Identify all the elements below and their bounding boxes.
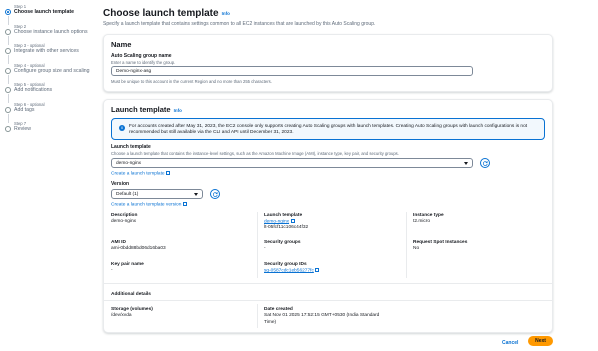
step-7[interactable]: Step 7 Review (4, 121, 96, 141)
detail-value: t2.micro (413, 219, 431, 224)
step-5[interactable]: Step 5 - optional Add notifications (4, 82, 96, 103)
external-link-icon (166, 171, 171, 175)
detail-key: Storage (volumes) (111, 307, 153, 312)
select-value: Default (1) (116, 192, 139, 197)
detail-key: Instance type (413, 213, 444, 218)
create-launch-template-link[interactable]: Create a launch template (111, 171, 171, 177)
create-template-version-link[interactable]: Create a launch template version (111, 202, 187, 207)
panel-heading: Name (111, 40, 132, 49)
column-divider (257, 304, 258, 328)
step-6[interactable]: Step 6 - optional Add tags (4, 102, 96, 123)
field-constraint: Must be unique to this account in the cu… (111, 79, 272, 84)
panel-heading-text: Launch template (111, 105, 171, 114)
detail-key: Description (111, 213, 138, 218)
detail-value: ami-0bdd88bd06d16ba03 (111, 246, 166, 251)
link-text: sg-0587cdc1eb56277fc (264, 268, 314, 274)
detail-key: Security groups (264, 240, 301, 245)
launch-template-link[interactable]: demo-nginx (264, 219, 295, 224)
detail-key: Launch template (264, 213, 303, 218)
detail-value: Time) (264, 319, 277, 325)
step-indicator-icon (5, 87, 11, 93)
refresh-versions-button[interactable] (210, 189, 220, 199)
page-title: Choose launch template Info (103, 8, 230, 19)
field-label: Auto Scaling group name (111, 53, 172, 59)
alert-text: For accounts created after May 31, 2023,… (129, 123, 528, 136)
field-label: Launch template (111, 144, 151, 150)
step-label: Choose instance launch options (14, 28, 88, 35)
detail-key: Date created (264, 307, 293, 312)
wizard-steps: Step 1 Choose launch template Step 2 Cho… (4, 4, 96, 141)
step-indicator-icon (5, 67, 11, 74)
step-label: Review (14, 126, 32, 132)
section-divider (104, 300, 552, 301)
external-link-icon (315, 268, 320, 272)
refresh-icon (483, 161, 488, 166)
cancel-button[interactable]: Cancel (502, 340, 518, 346)
step-indicator-icon (5, 106, 11, 113)
name-panel: Name Auto Scaling group name Enter a nam… (103, 34, 553, 92)
detail-key: Key pair name (111, 262, 144, 267)
link-text: Create a launch template version (111, 202, 182, 208)
detail-value: /dev/xvda (111, 313, 132, 318)
caret-down-icon (464, 162, 468, 165)
info-link[interactable]: Info (174, 108, 182, 113)
page-title-text: Choose launch template (103, 8, 219, 19)
version-select[interactable]: Default (1) (111, 189, 203, 199)
step-label: Add notifications (14, 87, 53, 93)
step-label: Add tags (14, 106, 35, 113)
step-indicator-icon (5, 9, 11, 15)
section-divider (104, 283, 552, 284)
security-group-link[interactable]: sg-0587cdc1eb56277fc (264, 268, 320, 274)
next-button[interactable]: Next (528, 336, 553, 346)
column-divider (406, 212, 407, 278)
detail-value: lt-05fcf11c106c44f32 (264, 225, 309, 230)
info-link[interactable]: Info (222, 11, 230, 16)
detail-key: AMI ID (111, 240, 126, 245)
step-label: Integrate with other services (14, 48, 79, 54)
field-label: Version (111, 181, 130, 187)
panel-heading: Launch template Info (111, 105, 182, 114)
info-icon: i (119, 125, 125, 131)
caret-down-icon (194, 193, 198, 196)
step-indicator-icon (5, 126, 11, 132)
link-text: demo-nginx (264, 219, 290, 225)
detail-value: demo-nginx (111, 219, 137, 224)
step-label: Choose launch template (14, 9, 74, 15)
detail-value: - (264, 246, 266, 251)
refresh-icon (213, 192, 218, 197)
detail-value: Sat Nov 01 2025 17:52:15 GMT+0530 (India… (264, 313, 380, 318)
refresh-templates-button[interactable] (480, 158, 490, 168)
page-description: Specify a launch template that contains … (103, 21, 376, 27)
detail-key: Request Spot Instances (413, 240, 468, 245)
detail-value: No (413, 246, 420, 251)
step-4[interactable]: Step 4 - optional Configure group size a… (4, 63, 96, 84)
external-link-icon (290, 219, 295, 223)
link-text: Create a launch template (111, 171, 165, 177)
external-link-icon (182, 202, 187, 206)
field-hint: Enter a name to identify the group. (111, 59, 176, 65)
step-3[interactable]: Step 3 - optional Integrate with other s… (4, 43, 96, 64)
step-indicator-icon (5, 48, 11, 54)
detail-key: Security group IDs (264, 262, 307, 267)
field-hint: Choose a launch template that contains t… (111, 150, 399, 156)
step-indicator-icon (5, 28, 11, 35)
select-value: demo-nginx (116, 161, 142, 166)
launch-template-select[interactable]: demo-nginx (111, 158, 473, 168)
info-alert: i For accounts created after May 31, 202… (111, 118, 545, 140)
step-1[interactable]: Step 1 Choose launch template (4, 4, 96, 25)
detail-value: - (111, 268, 113, 273)
column-divider (257, 212, 258, 278)
step-label: Configure group size and scaling (14, 67, 90, 74)
asg-name-input[interactable]: Demo-nginx-asg (111, 66, 473, 76)
section-heading: Additional details (111, 292, 151, 297)
step-2[interactable]: Step 2 Choose instance launch options (4, 24, 96, 45)
launch-template-panel: Launch template Info i For accounts creat… (103, 99, 553, 333)
